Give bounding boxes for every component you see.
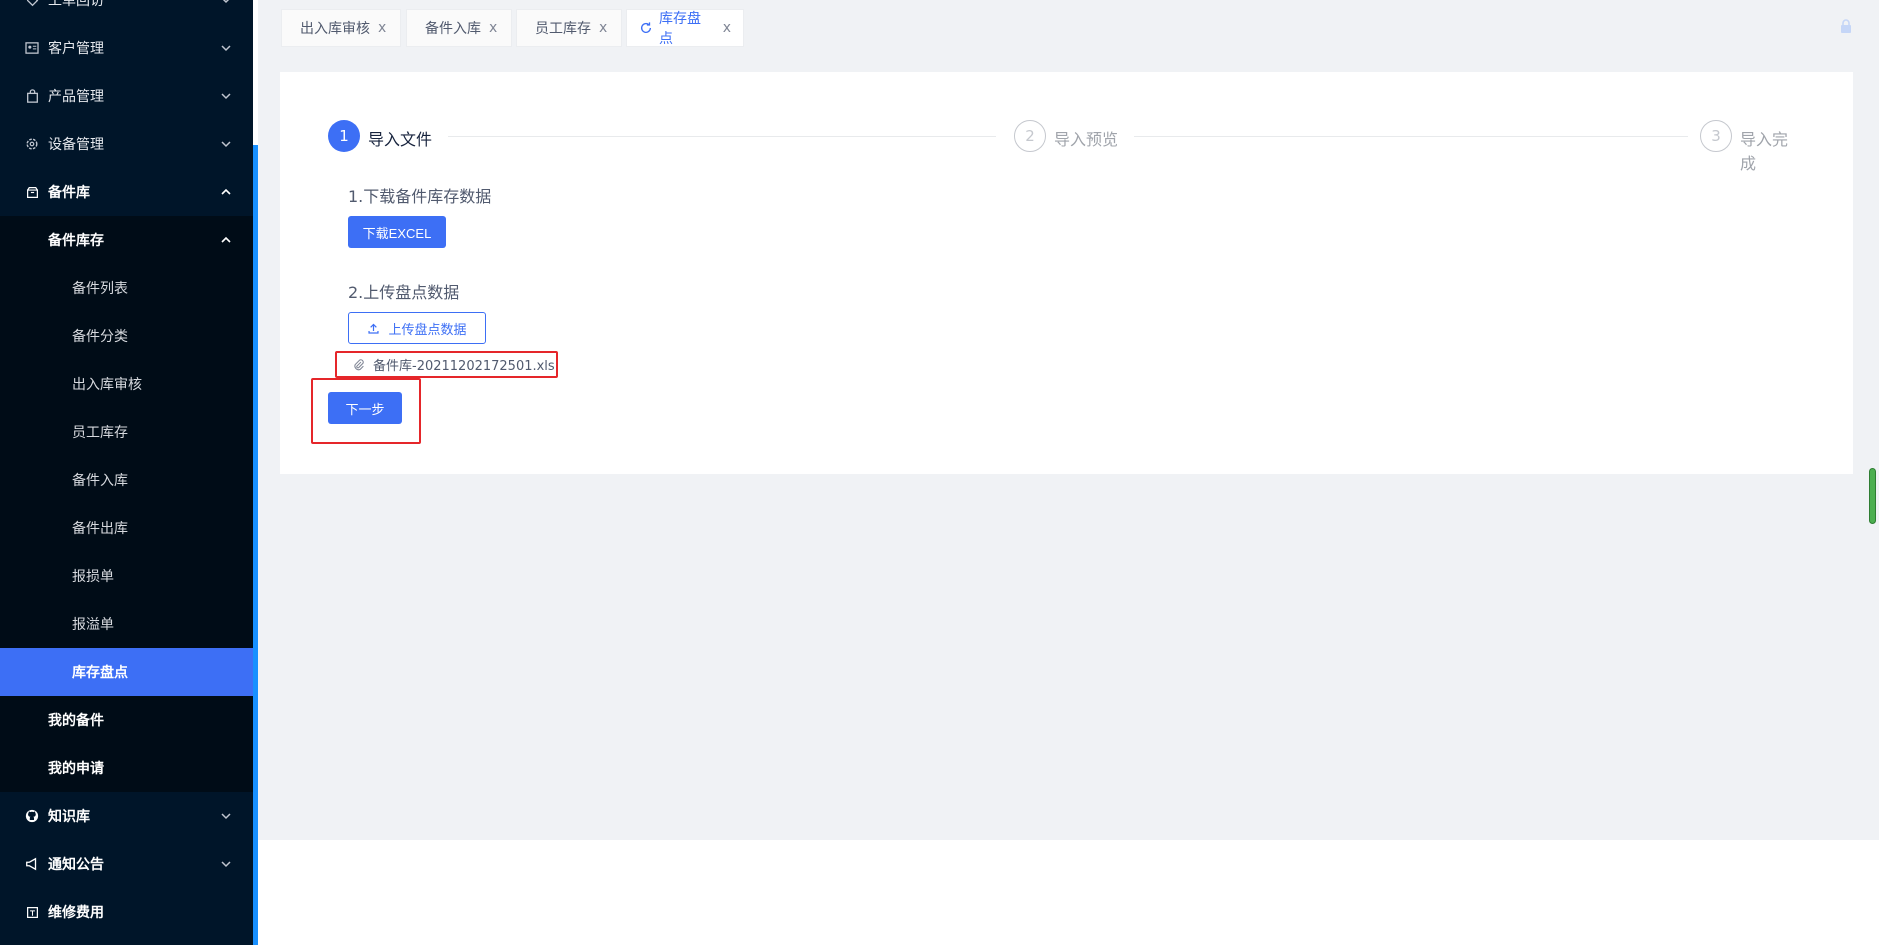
sidebar-item-devices[interactable]: 设备管理 <box>0 120 253 168</box>
sidebar-item-parts-category[interactable]: 备件分类 <box>0 312 253 360</box>
tag-icon <box>24 0 40 8</box>
tab-label: 库存盘点 <box>659 11 701 47</box>
chevron-down-icon <box>221 813 231 820</box>
tab-label: 出入库审核 <box>300 21 370 37</box>
sidebar-item-stock-take[interactable]: 库存盘点 <box>0 648 253 696</box>
sidebar-item-my-parts[interactable]: 我的备件 <box>0 696 253 744</box>
megaphone-icon <box>24 856 40 872</box>
github-icon <box>24 808 40 824</box>
sidebar-item-knowledge[interactable]: 知识库 <box>0 792 253 840</box>
chevron-down-icon <box>221 45 231 52</box>
sidebar-item-label: 知识库 <box>48 809 90 825</box>
bag-icon <box>24 88 40 104</box>
sidebar-item-label: 维修费用 <box>48 905 104 921</box>
step-1-circle: 1 <box>328 120 360 152</box>
sidebar-item-label: 备件列表 <box>72 281 128 297</box>
download-section-label: 1.下载备件库存数据 <box>348 187 492 206</box>
chevron-down-icon <box>222 0 230 4</box>
sidebar-item-parts-list[interactable]: 备件列表 <box>0 264 253 312</box>
sidebar-item-stock-audit[interactable]: 出入库审核 <box>0 360 253 408</box>
sidebar-item-label: 备件库 <box>48 185 90 201</box>
sidebar-item-label: 备件库存 <box>48 233 104 249</box>
sidebar-item-label: 设备管理 <box>48 137 104 153</box>
tab-label: 员工库存 <box>535 21 591 37</box>
sidebar-item-label: 我的申请 <box>48 761 104 777</box>
upload-section-label: 2.上传盘点数据 <box>348 283 460 302</box>
chevron-up-icon <box>221 236 231 243</box>
sidebar-item-label: 产品管理 <box>48 89 104 105</box>
tab-label: 备件入库 <box>425 21 481 37</box>
sidebar-item-label: 报溢单 <box>72 617 114 633</box>
close-icon[interactable]: x <box>378 20 386 36</box>
sidebar-item-label: 员工库存 <box>72 425 128 441</box>
upload-button-label: 上传盘点数据 <box>388 322 467 338</box>
tab-stock-audit[interactable]: 出入库审核 x <box>281 9 401 47</box>
sidebar-item-label: 备件分类 <box>72 329 128 345</box>
sidebar-item-label: 客户管理 <box>48 41 104 57</box>
chevron-down-icon <box>221 93 231 100</box>
sidebar-item-label: 报损单 <box>72 569 114 585</box>
step-connector <box>1134 136 1688 137</box>
import-card: 1 导入文件 2 导入预览 3 导入完成 1.下载备件库存数据 下载EXCEL … <box>280 72 1853 474</box>
sidebar-item-repair-fees[interactable]: 维修费用 <box>0 888 253 936</box>
id-card-icon <box>24 40 40 56</box>
tab-staff-stock[interactable]: 员工库存 x <box>516 9 622 47</box>
scrollbar-thumb[interactable] <box>1869 468 1876 524</box>
highlight-box-next <box>311 378 421 444</box>
tab-stock-take[interactable]: 库存盘点 x <box>626 9 744 47</box>
step-connector <box>448 136 996 137</box>
sidebar-item-label: 工单回访 <box>48 0 104 9</box>
sidebar-item-ticket-followup[interactable]: 工单回访 <box>0 0 253 24</box>
upload-data-button[interactable]: 上传盘点数据 <box>348 312 486 344</box>
sidebar-item-label: 库存盘点 <box>72 665 128 681</box>
sidebar-item-products[interactable]: 产品管理 <box>0 72 253 120</box>
sidebar-item-label: 我的备件 <box>48 713 104 729</box>
sidebar-item-parts-outbound[interactable]: 备件出库 <box>0 504 253 552</box>
page-footer-area <box>258 840 1879 945</box>
chevron-up-icon <box>221 188 231 195</box>
steps-bar: 1 导入文件 2 导入预览 3 导入完成 <box>328 120 1803 173</box>
chevron-down-icon <box>221 861 231 868</box>
sidebar-item-surplus-report[interactable]: 报溢单 <box>0 600 253 648</box>
step-3-circle: 3 <box>1700 120 1732 152</box>
tab-parts-inbound[interactable]: 备件入库 x <box>406 9 512 47</box>
sidebar-item-notices[interactable]: 通知公告 <box>0 840 253 888</box>
step-1-title: 导入文件 <box>368 130 433 149</box>
close-icon[interactable]: x <box>723 20 731 36</box>
lock-icon[interactable] <box>1838 18 1854 34</box>
step-2-circle: 2 <box>1014 120 1046 152</box>
highlight-box-file <box>335 351 558 378</box>
close-icon[interactable]: x <box>489 20 497 36</box>
step-2-title: 导入预览 <box>1054 130 1119 149</box>
close-icon[interactable]: x <box>599 20 607 36</box>
sidebar-item-my-requests[interactable]: 我的申请 <box>0 744 253 792</box>
box-icon <box>24 184 40 200</box>
sidebar-item-label: 出入库审核 <box>72 377 142 393</box>
sidebar-item-label: 备件入库 <box>72 473 128 489</box>
sidebar-subgroup-inventory[interactable]: 备件库存 <box>0 216 253 264</box>
refresh-icon[interactable] <box>639 21 653 35</box>
upload-icon <box>368 323 380 334</box>
sidebar-item-staff-stock[interactable]: 员工库存 <box>0 408 253 456</box>
sidebar-item-customers[interactable]: 客户管理 <box>0 24 253 72</box>
sidebar-item-label: 通知公告 <box>48 857 104 873</box>
sidebar-item-label: 备件出库 <box>72 521 128 537</box>
gear-icon <box>24 136 40 152</box>
receipt-icon <box>24 904 40 920</box>
step-3-title: 导入完成 <box>1740 130 1789 173</box>
chevron-down-icon <box>221 141 231 148</box>
sidebar-item-spare-parts[interactable]: 备件库 <box>0 168 253 216</box>
sidebar-item-parts-inbound[interactable]: 备件入库 <box>0 456 253 504</box>
sidebar-item-loss-report[interactable]: 报损单 <box>0 552 253 600</box>
sidebar: 工单回访 客户管理 产品管理 设备管理 备件库 备件库存 备件列表 备件分类 出… <box>0 0 253 945</box>
download-excel-button[interactable]: 下载EXCEL <box>348 216 446 248</box>
